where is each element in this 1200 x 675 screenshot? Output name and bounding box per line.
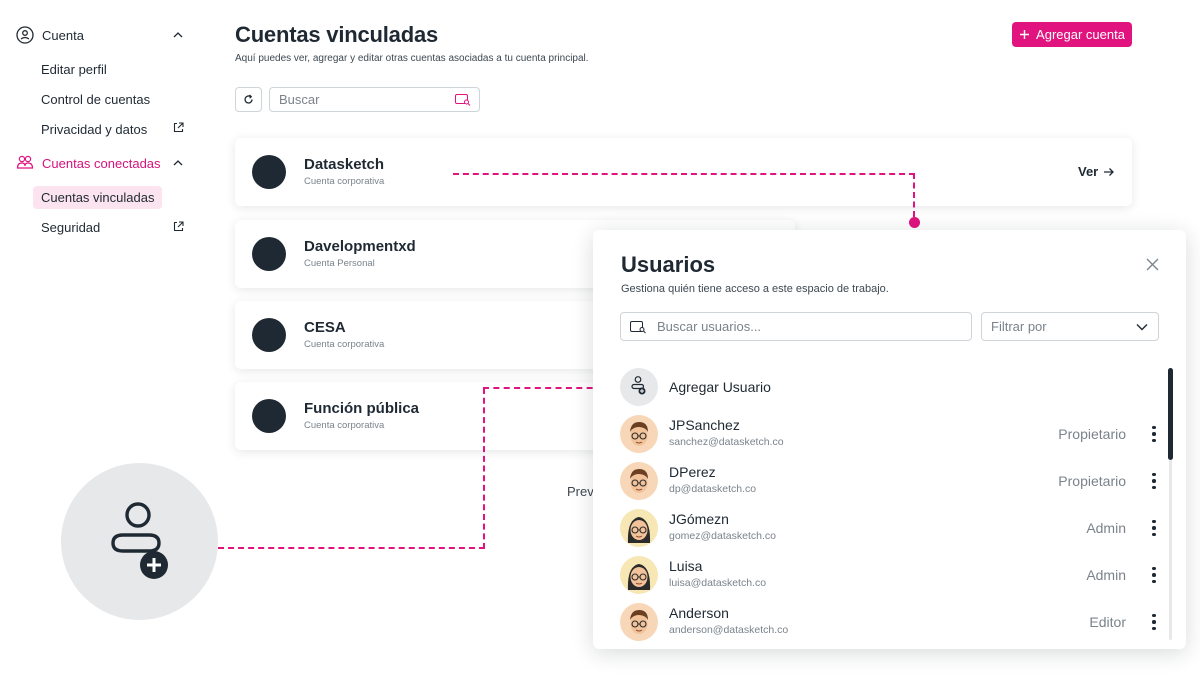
- arrow-right-icon: [1103, 167, 1115, 177]
- view-account-link[interactable]: Ver: [1078, 164, 1115, 179]
- sidebar-section-cuentas-conectadas[interactable]: Cuentas conectadas: [16, 154, 188, 172]
- callout-connector: [913, 173, 915, 217]
- filter-select[interactable]: Filtrar por: [981, 312, 1159, 341]
- sidebar-item-seguridad[interactable]: Seguridad: [41, 220, 100, 235]
- chevron-up-icon[interactable]: [172, 157, 184, 169]
- user-email: luisa@datasketch.co: [669, 577, 767, 589]
- add-user-icon: [631, 376, 647, 396]
- sidebar-item-privacidad-y-datos[interactable]: Privacidad y datos: [41, 122, 147, 137]
- page-subtitle: Aquí puedes ver, agregar y editar otras …: [235, 53, 589, 64]
- refresh-icon: [243, 94, 254, 105]
- search-icon: [455, 94, 471, 106]
- add-user-avatar: [620, 368, 658, 406]
- sidebar-section-label: Cuenta: [42, 27, 84, 43]
- user-row[interactable]: JPSanchez sanchez@datasketch.co Propieta…: [620, 415, 1160, 455]
- users-panel-subtitle: Gestiona quién tiene acceso a este espac…: [621, 283, 889, 295]
- sidebar-item-control-de-cuentas[interactable]: Control de cuentas: [41, 92, 150, 107]
- user-circle-icon: [16, 26, 34, 44]
- scrollbar-track[interactable]: [1169, 460, 1172, 640]
- scrollbar-thumb[interactable]: [1168, 368, 1173, 460]
- search-icon: [630, 321, 648, 334]
- user-email: dp@datasketch.co: [669, 483, 757, 495]
- callout-connector: [218, 547, 485, 549]
- more-options-icon[interactable]: [1148, 470, 1160, 492]
- user-email: anderson@datasketch.co: [669, 624, 789, 636]
- sidebar-item-cuentas-vinculadas[interactable]: Cuentas vinculadas: [33, 186, 163, 209]
- add-user-label: Agregar Usuario: [669, 379, 771, 395]
- user-avatar: [620, 415, 658, 453]
- account-type: Cuenta corporativa: [304, 176, 385, 187]
- user-avatar: [620, 556, 658, 594]
- users-panel-title: Usuarios: [621, 252, 716, 277]
- user-row[interactable]: DPerez dp@datasketch.co Propietario: [620, 462, 1160, 502]
- user-row[interactable]: JGómezn gomez@datasketch.co Admin: [620, 509, 1160, 549]
- more-options-icon[interactable]: [1148, 423, 1160, 445]
- close-icon[interactable]: [1146, 258, 1159, 271]
- pagination-previous[interactable]: Prev: [567, 484, 594, 499]
- more-options-icon[interactable]: [1148, 564, 1160, 586]
- add-account-label: Agregar cuenta: [1036, 27, 1125, 42]
- add-account-button[interactable]: Agregar cuenta: [1012, 22, 1132, 47]
- callout-connector: [483, 388, 485, 549]
- account-name: CESA: [304, 319, 346, 336]
- page-title: Cuentas vinculadas: [235, 22, 439, 47]
- account-avatar: [252, 399, 286, 433]
- chevron-down-icon: [1136, 322, 1148, 332]
- external-link-icon: [173, 221, 184, 232]
- view-link-label: Ver: [1078, 164, 1099, 179]
- user-avatar: [620, 603, 658, 641]
- user-row[interactable]: Luisa luisa@datasketch.co Admin: [620, 556, 1160, 596]
- user-email: gomez@datasketch.co: [669, 530, 776, 542]
- user-role: Propietario: [1058, 473, 1126, 489]
- user-email: sanchez@datasketch.co: [669, 436, 784, 448]
- user-role: Propietario: [1058, 426, 1126, 442]
- account-type: Cuenta corporativa: [304, 420, 385, 431]
- user-name: JGómezn: [669, 511, 729, 527]
- filter-label: Filtrar por: [991, 319, 1047, 334]
- user-avatar: [620, 462, 658, 500]
- account-card[interactable]: Datasketch Cuenta corporativa Ver: [235, 138, 1132, 206]
- user-search-input[interactable]: Buscar usuarios...: [620, 312, 972, 341]
- callout-connector: [453, 173, 915, 175]
- add-user-row[interactable]: Agregar Usuario: [620, 368, 1160, 406]
- account-avatar: [252, 318, 286, 352]
- user-role: Admin: [1086, 520, 1126, 536]
- sidebar-section-cuenta[interactable]: Cuenta: [16, 26, 188, 44]
- sidebar-section-label: Cuentas conectadas: [42, 155, 161, 171]
- add-user-icon: [109, 501, 175, 581]
- add-user-zoom-callout: [61, 463, 218, 620]
- account-avatar: [252, 237, 286, 271]
- user-avatar: [620, 509, 658, 547]
- callout-connector: [483, 387, 603, 389]
- account-type: Cuenta corporativa: [304, 339, 385, 350]
- account-type: Cuenta Personal: [304, 258, 375, 269]
- connected-accounts-icon: [16, 154, 34, 172]
- account-name: Función pública: [304, 400, 419, 417]
- user-row[interactable]: Anderson anderson@datasketch.co Editor: [620, 603, 1160, 643]
- search-placeholder: Buscar: [279, 92, 320, 107]
- user-name: JPSanchez: [669, 417, 740, 433]
- refresh-button[interactable]: [235, 87, 262, 112]
- user-name: Anderson: [669, 605, 729, 621]
- account-avatar: [252, 155, 286, 189]
- external-link-icon: [173, 122, 184, 133]
- account-name: Davelopmentxd: [304, 238, 416, 255]
- more-options-icon[interactable]: [1148, 517, 1160, 539]
- user-role: Admin: [1086, 567, 1126, 583]
- chevron-up-icon[interactable]: [172, 29, 184, 41]
- user-name: Luisa: [669, 558, 703, 574]
- user-role: Editor: [1089, 614, 1126, 630]
- search-input[interactable]: Buscar: [269, 87, 480, 112]
- user-search-placeholder: Buscar usuarios...: [657, 319, 762, 334]
- plus-icon: [1019, 29, 1030, 40]
- users-panel: Usuarios Gestiona quién tiene acceso a e…: [593, 230, 1186, 649]
- account-name: Datasketch: [304, 156, 385, 173]
- callout-dot: [909, 217, 920, 228]
- sidebar-item-editar-perfil[interactable]: Editar perfil: [41, 62, 107, 77]
- more-options-icon[interactable]: [1148, 611, 1160, 633]
- user-name: DPerez: [669, 464, 716, 480]
